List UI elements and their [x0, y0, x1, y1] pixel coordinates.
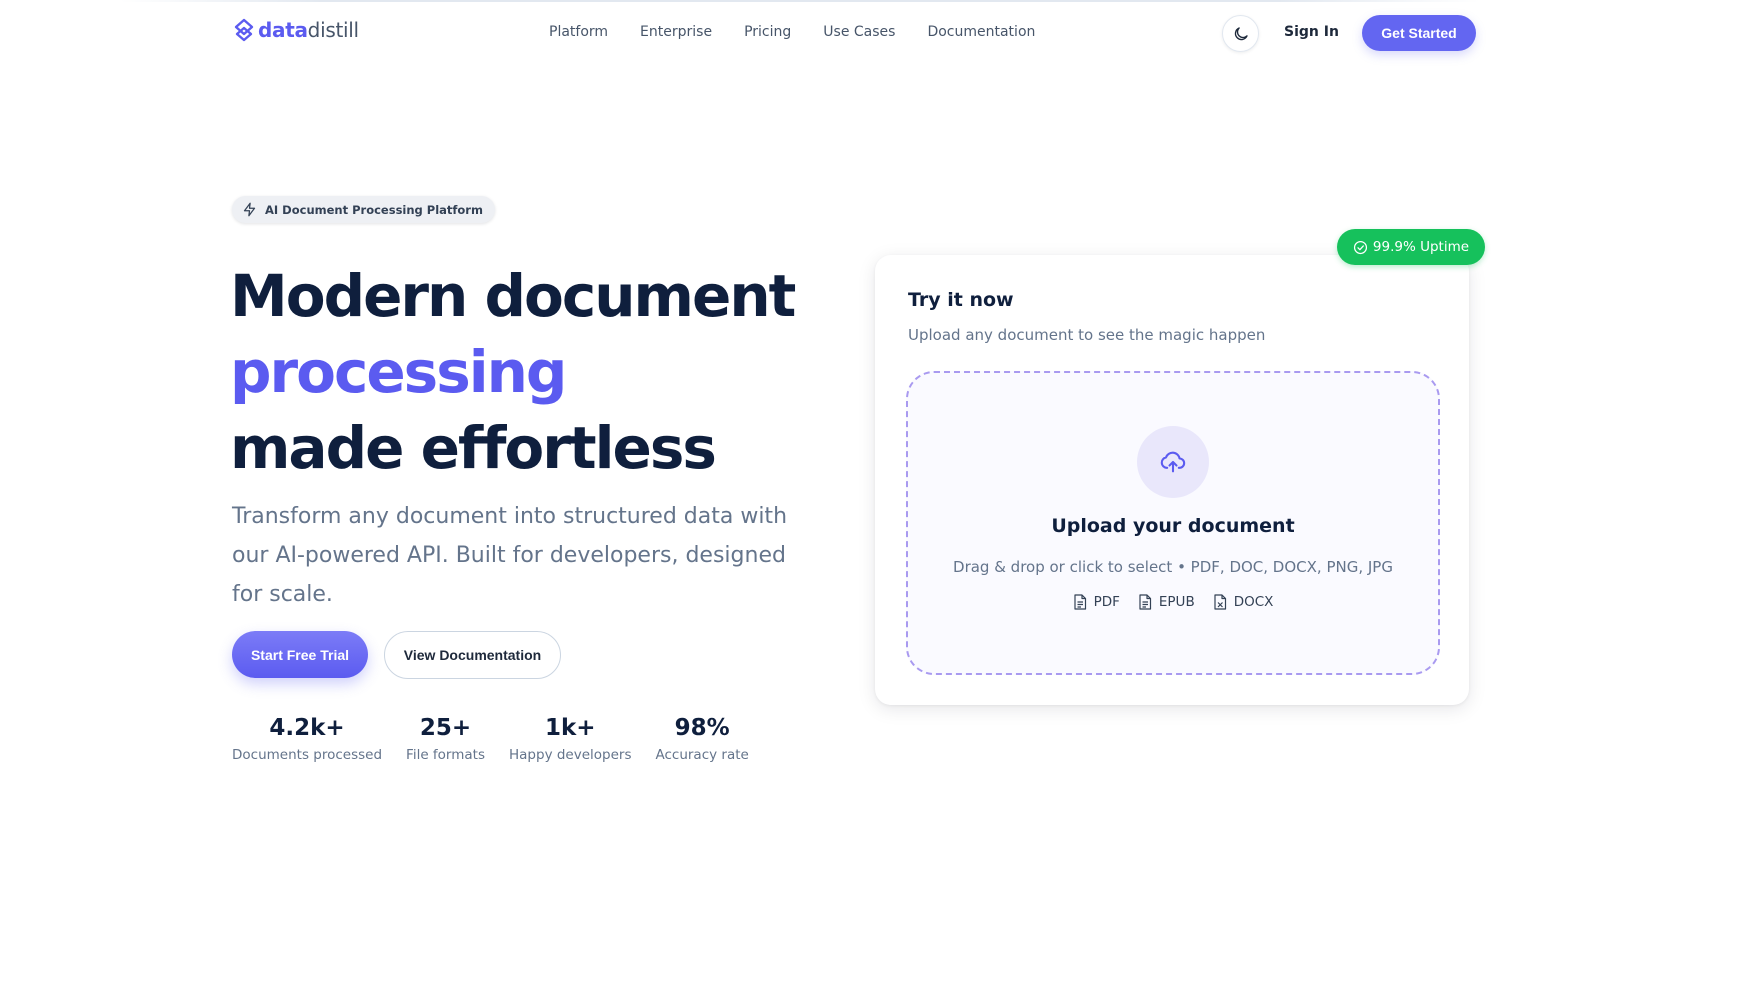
try-it-card: Try it now Upload any document to see th…: [875, 255, 1469, 705]
stat-value: 98%: [674, 715, 730, 741]
brand-name: datadistill: [258, 18, 359, 42]
stat-developers: 1k+ Happy developers: [509, 713, 631, 763]
stat-label: Happy developers: [509, 747, 632, 763]
format-epub: EPUB: [1138, 594, 1195, 610]
headline-line-3: made effortless: [230, 414, 717, 482]
platform-badge-label: AI Document Processing Platform: [265, 202, 483, 217]
stat-file-formats: 25+ File formats: [406, 713, 485, 763]
top-navigation: datadistill Platform Enterprise Pricing …: [0, 0, 1749, 66]
stat-label: File formats: [406, 747, 485, 763]
brand-name-primary: data: [258, 18, 308, 42]
lightning-icon: [243, 202, 256, 217]
format-label: PDF: [1093, 594, 1120, 610]
uptime-badge: 99.9% Uptime: [1337, 229, 1485, 265]
format-pdf: PDF: [1073, 594, 1120, 610]
card-title: Try it now: [908, 289, 1014, 311]
stat-accuracy: 98% Accuracy rate: [655, 713, 748, 763]
logo-mark-icon: [234, 18, 254, 42]
start-free-trial-button[interactable]: Start Free Trial: [232, 631, 368, 678]
stat-value: 1k+: [544, 715, 596, 741]
headline-line-1: Modern document: [230, 262, 796, 330]
format-label: DOCX: [1233, 594, 1274, 610]
nav-link-documentation[interactable]: Documentation: [927, 24, 1035, 40]
hero-stats: 4.2k+ Documents processed 25+ File forma…: [232, 713, 773, 763]
format-docx: DOCX: [1213, 594, 1274, 610]
file-icon: [1139, 594, 1151, 610]
brand-name-secondary: distill: [307, 18, 359, 42]
nav-link-use-cases[interactable]: Use Cases: [823, 24, 895, 40]
file-x-icon: [1214, 594, 1226, 610]
hero-headline: Modern document processing made effortle…: [230, 258, 796, 486]
headline-accent: processing: [230, 338, 567, 406]
upload-icon-circle: [1137, 426, 1209, 498]
stat-value: 25+: [419, 715, 472, 741]
cloud-upload-icon: [1160, 451, 1186, 473]
dropzone-hint: Drag & drop or click to select • PDF, DO…: [953, 558, 1393, 576]
main-nav-links: Platform Enterprise Pricing Use Cases Do…: [549, 24, 1067, 40]
dropzone-title: Upload your document: [1051, 515, 1295, 537]
nav-link-platform[interactable]: Platform: [549, 24, 608, 40]
nav-link-enterprise[interactable]: Enterprise: [640, 24, 712, 40]
hero-description: Transform any document into structured d…: [232, 504, 788, 607]
brand-logo[interactable]: datadistill: [232, 17, 359, 43]
upload-dropzone[interactable]: Upload your document Drag & drop or clic…: [906, 371, 1440, 675]
platform-badge: AI Document Processing Platform: [232, 196, 495, 223]
view-documentation-button[interactable]: View Documentation: [384, 631, 561, 679]
theme-toggle-button[interactable]: [1222, 15, 1259, 52]
stat-documents: 4.2k+ Documents processed: [232, 713, 382, 763]
format-label: EPUB: [1158, 594, 1195, 610]
stat-value: 4.2k+: [269, 715, 345, 741]
card-subtitle: Upload any document to see the magic hap…: [908, 326, 1266, 344]
uptime-label: 99.9% Uptime: [1372, 239, 1470, 255]
file-icon: [1073, 594, 1086, 610]
sign-in-link[interactable]: Sign In: [1284, 24, 1339, 40]
stat-label: Documents processed: [232, 747, 383, 763]
get-started-button[interactable]: Get Started: [1362, 15, 1476, 51]
moon-icon: [1234, 26, 1248, 40]
check-circle-icon: [1353, 240, 1367, 254]
supported-formats: PDF EPUB DOCX: [908, 594, 1438, 610]
stat-label: Accuracy rate: [655, 747, 749, 763]
nav-link-pricing[interactable]: Pricing: [744, 24, 791, 40]
